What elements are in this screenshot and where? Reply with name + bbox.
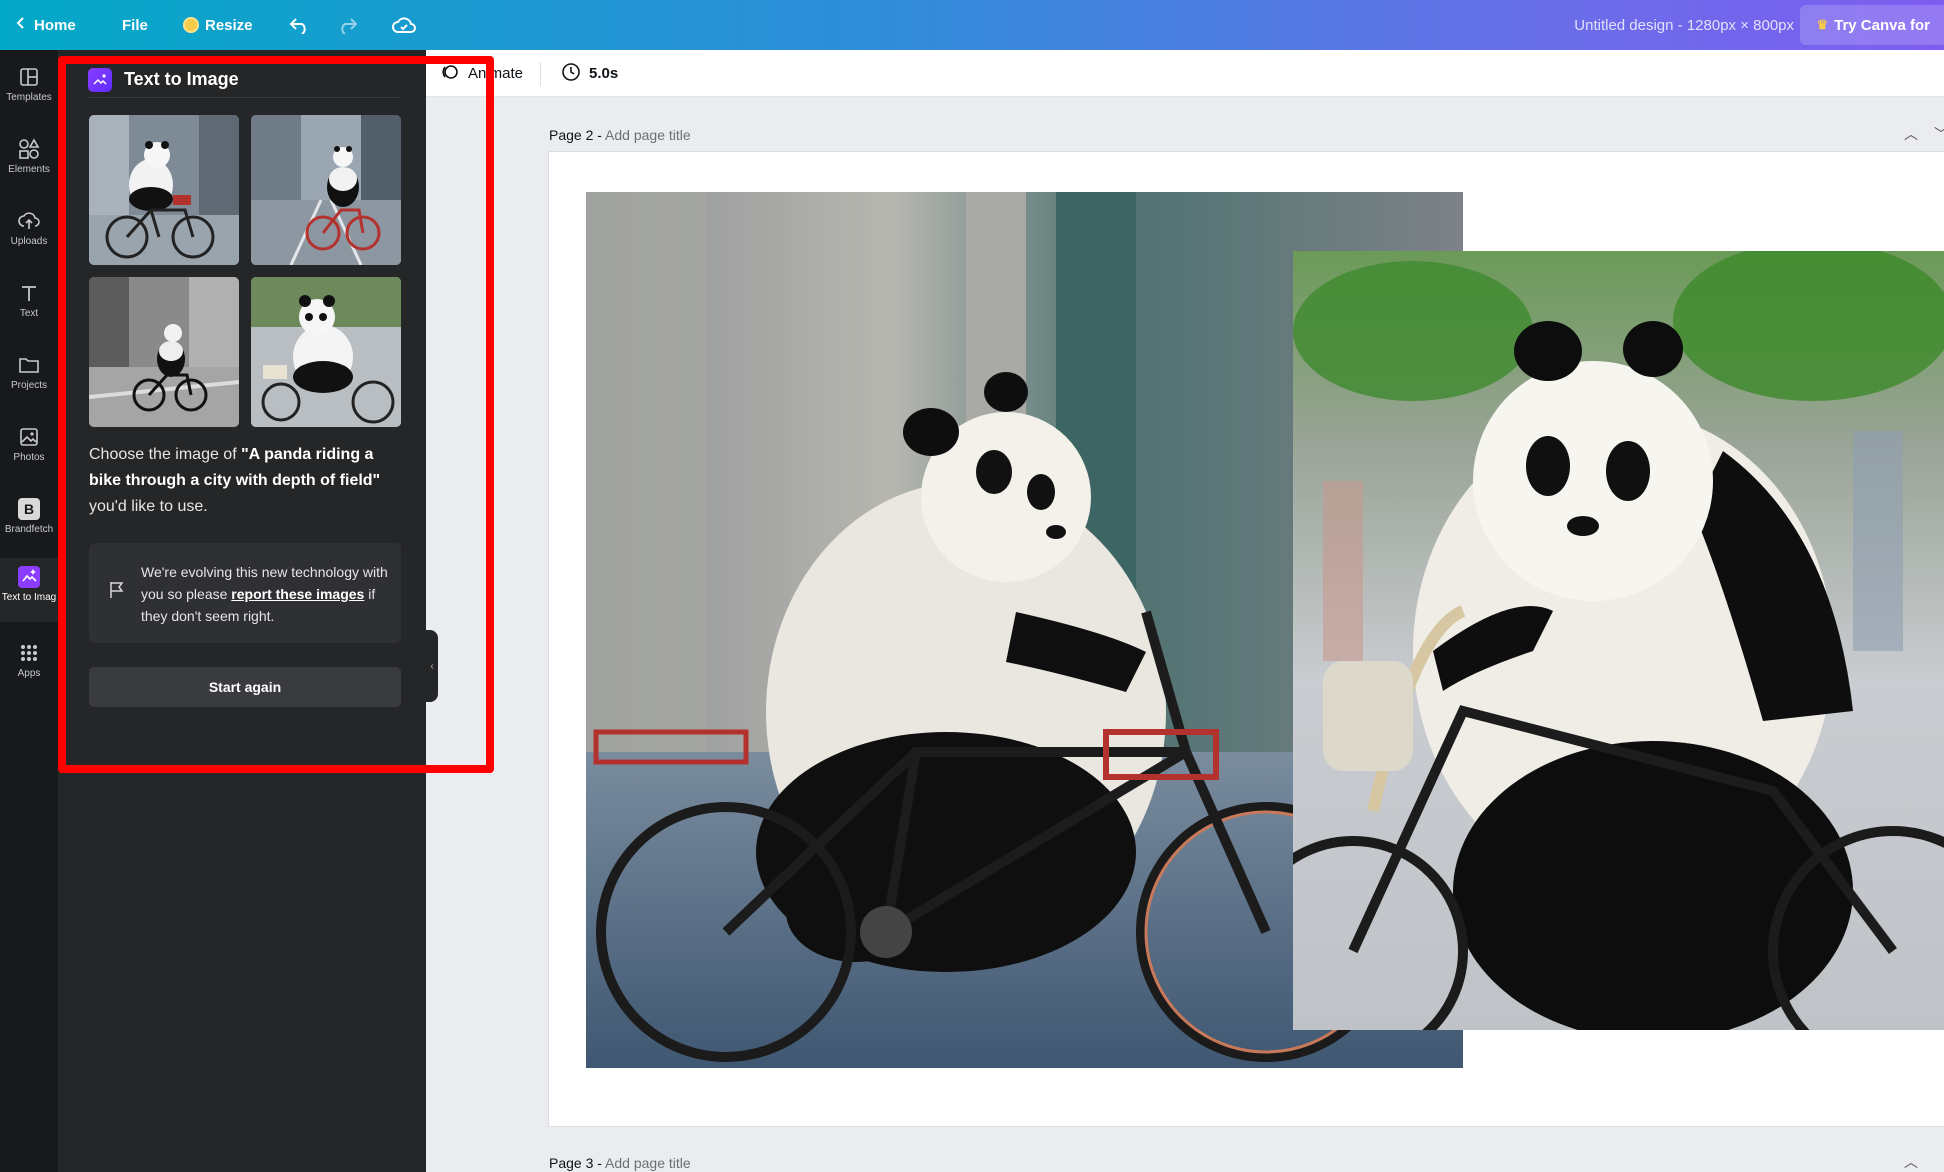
rail-label: Templates — [6, 92, 52, 103]
try-canva-pro-button[interactable]: ♛ Try Canva for — [1800, 5, 1944, 45]
save-status-button[interactable] — [392, 0, 416, 50]
top-bar: Home File Resize Untitled design - 1280p… — [0, 0, 1944, 50]
svg-text:B: B — [24, 501, 34, 517]
clock-icon — [561, 62, 581, 86]
rail-item-uploads[interactable]: Uploads — [0, 209, 58, 247]
text-to-image-icon — [17, 565, 41, 589]
highlight-annotation-box — [58, 56, 494, 773]
undo-icon — [289, 18, 306, 34]
editor-toolbar — [426, 50, 1944, 97]
rail-item-photos[interactable]: Photos — [0, 425, 58, 463]
chevron-up-icon[interactable]: ︿ — [1904, 1152, 1918, 1172]
templates-icon — [17, 65, 41, 89]
rail-item-brandfetch[interactable]: B Brandfetch — [0, 497, 58, 535]
rail-label: Text to Imag — [1, 592, 57, 603]
rail-label: Brandfetch — [4, 524, 54, 535]
rail-label: Projects — [10, 380, 48, 391]
home-button[interactable]: Home — [14, 0, 76, 50]
rail-item-apps[interactable]: Apps — [0, 641, 58, 679]
crown-coin-icon — [183, 17, 199, 33]
upload-cloud-icon — [17, 209, 41, 233]
chevron-down-icon[interactable]: ﹀ — [1934, 124, 1944, 144]
folder-icon — [17, 353, 41, 377]
rail-label: Photos — [13, 452, 45, 463]
rail-label: Uploads — [10, 236, 48, 247]
undo-button[interactable] — [289, 0, 311, 50]
rail-item-templates[interactable]: Templates — [0, 65, 58, 103]
chevron-up-icon[interactable]: ︿ — [1904, 124, 1918, 144]
crown-icon: ♛ — [1816, 17, 1829, 32]
chevron-left-icon — [14, 16, 28, 34]
page-title-placeholder[interactable]: Add page title — [605, 1155, 691, 1171]
rail-label: Elements — [8, 164, 50, 175]
page-2-label[interactable]: Page 2 - Add page title — [549, 127, 691, 143]
resize-button[interactable]: Resize — [183, 0, 253, 50]
text-icon — [17, 281, 41, 305]
home-label: Home — [34, 16, 76, 34]
canvas-image-panda-2[interactable] — [1293, 251, 1944, 1030]
toolbar-divider — [540, 62, 541, 86]
brandfetch-icon: B — [17, 497, 41, 521]
rail-item-projects[interactable]: Projects — [0, 353, 58, 391]
redo-button[interactable] — [336, 0, 358, 50]
cloud-check-icon — [392, 17, 416, 33]
file-menu-button[interactable]: File — [122, 0, 148, 50]
resize-label: Resize — [205, 16, 253, 34]
rail-label: Text — [19, 308, 39, 319]
page-number: Page 3 - — [549, 1155, 606, 1171]
page-title-placeholder[interactable]: Add page title — [605, 127, 691, 143]
photo-icon — [17, 425, 41, 449]
try-label: Try Canva for — [1834, 16, 1930, 34]
rail-item-text[interactable]: Text — [0, 281, 58, 319]
rail-item-elements[interactable]: Elements — [0, 137, 58, 175]
page-number: Page 2 - — [549, 127, 606, 143]
rail-label: Apps — [17, 668, 41, 679]
redo-icon — [341, 18, 358, 34]
side-rail: Templates Elements Uploads Text Projects… — [0, 50, 58, 1172]
rail-item-text-to-image[interactable]: Text to Imag — [0, 558, 58, 622]
duration-label: 5.0s — [589, 65, 619, 82]
duration-button[interactable]: 5.0s — [561, 50, 618, 97]
elements-icon — [17, 137, 41, 161]
page-3-label[interactable]: Page 3 - Add page title — [549, 1155, 691, 1171]
design-title[interactable]: Untitled design - 1280px × 800px — [1574, 0, 1794, 50]
apps-grid-icon — [17, 641, 41, 665]
